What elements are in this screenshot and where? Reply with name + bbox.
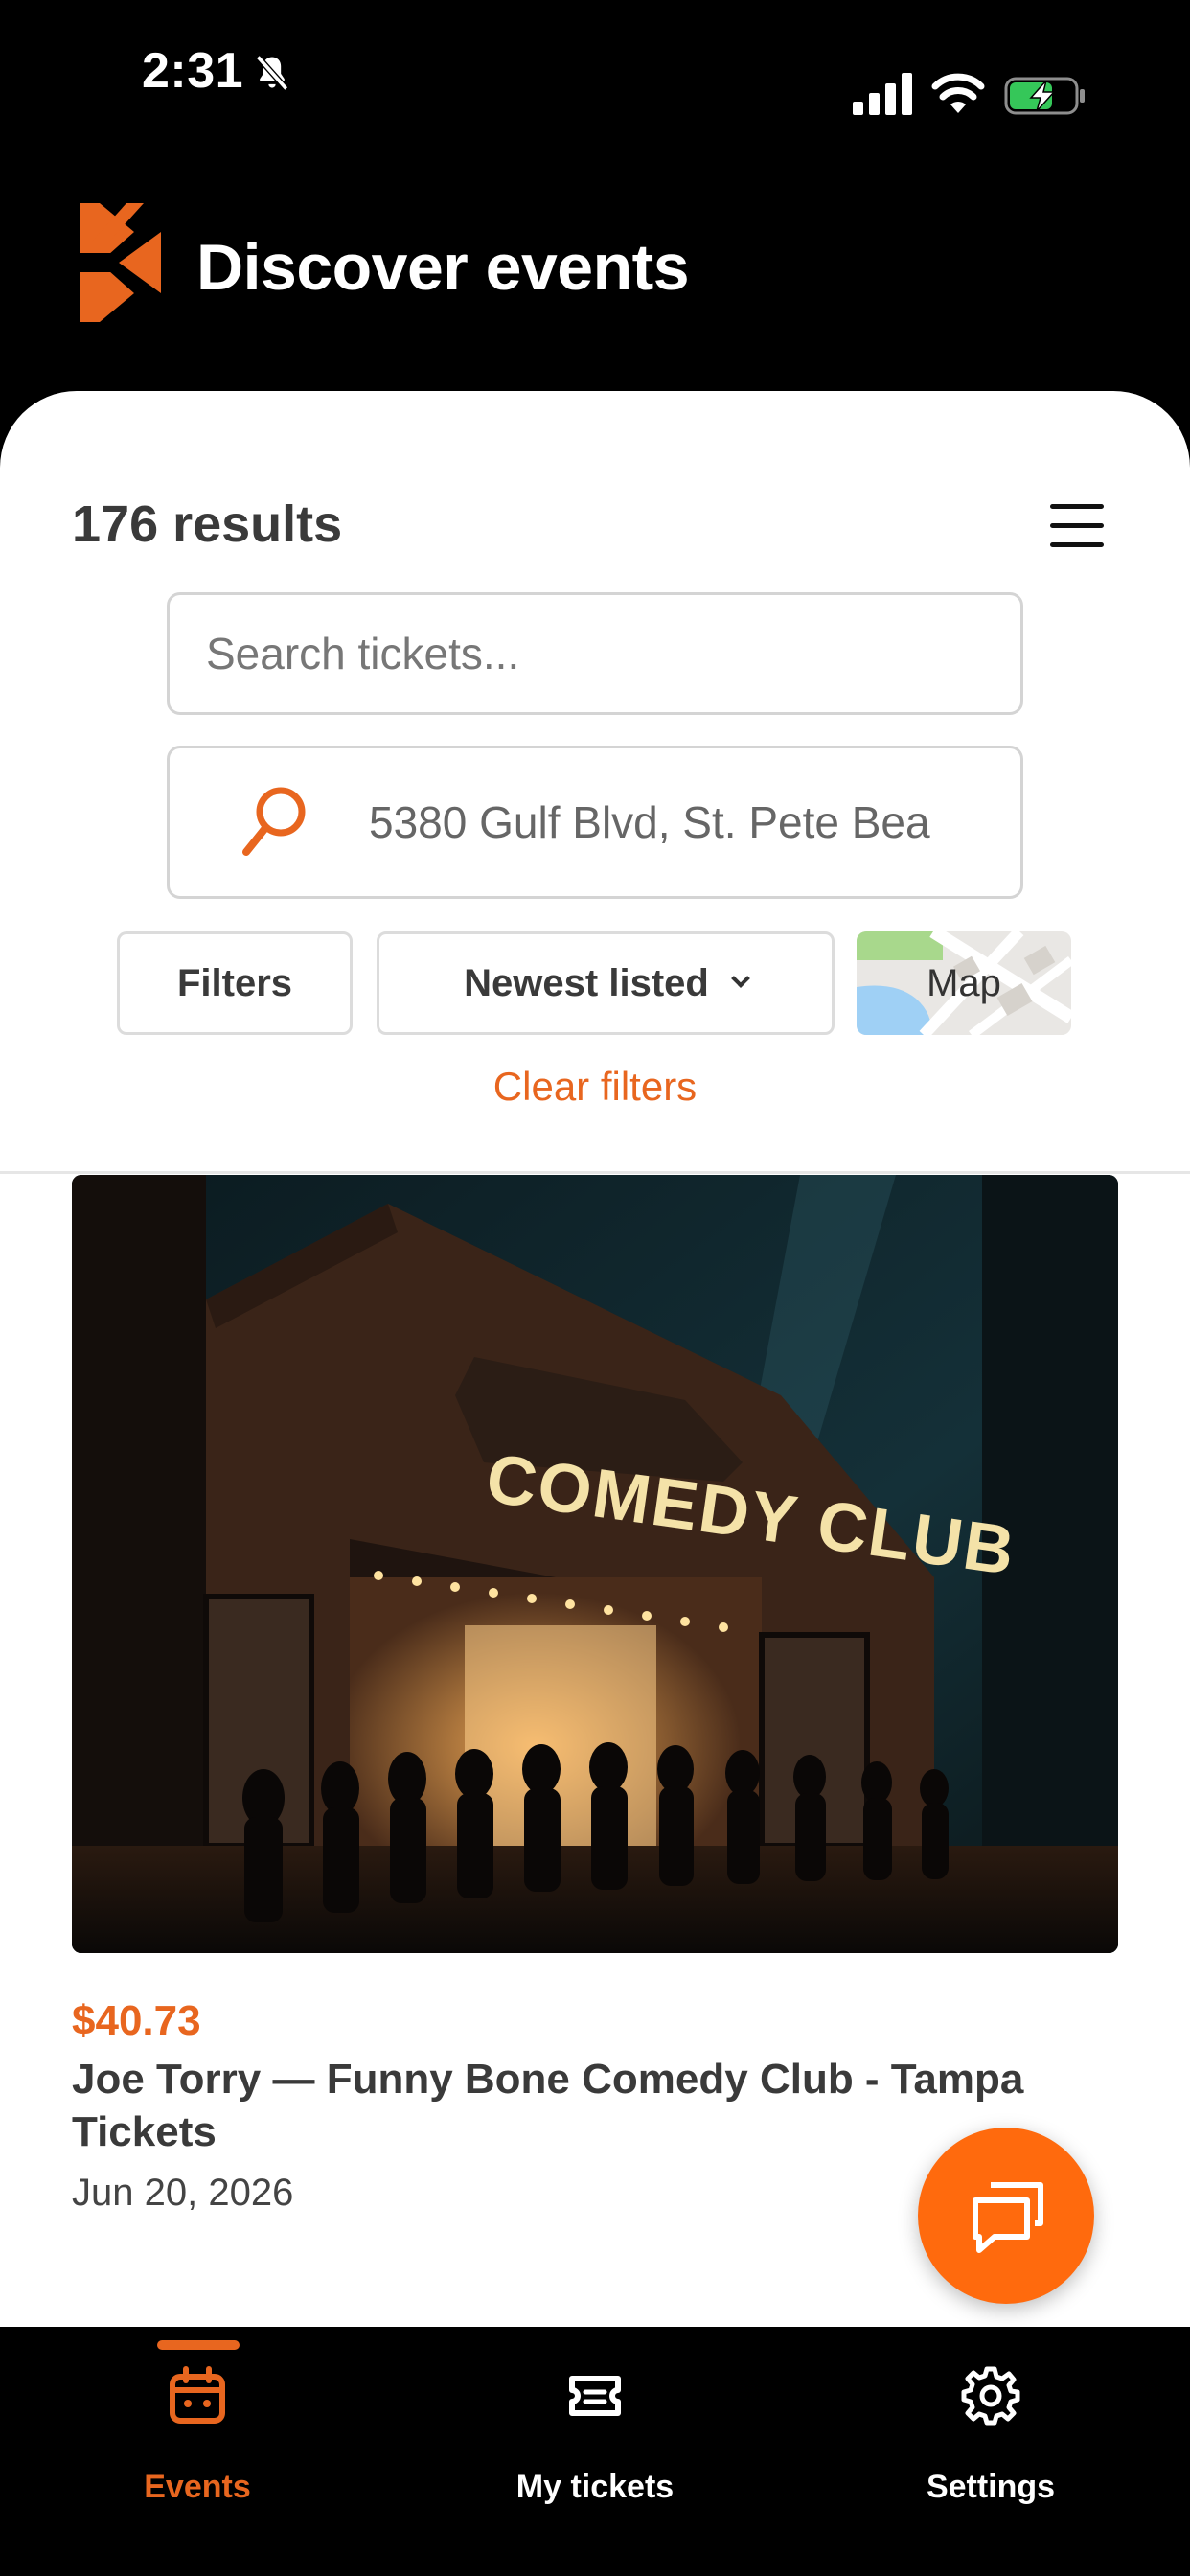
event-image: COMEDY CLUB [72,1175,1118,1953]
tab-settings-label: Settings [926,2469,1056,2505]
battery-charging-icon [1004,77,1085,115]
search-input[interactable] [206,595,992,712]
sort-dropdown[interactable]: Newest listed [377,932,835,1035]
bell-slash-icon [255,55,289,91]
cellular-signal-icon [853,73,912,115]
event-date: Jun 20, 2026 [72,2172,294,2214]
divider [0,1171,1190,1174]
event-price: $40.73 [72,1997,201,2044]
tab-my-tickets-label: My tickets [515,2469,675,2505]
brand-logo [80,203,161,322]
calendar-icon [170,2366,225,2424]
clear-filters-link[interactable]: Clear filters [0,1064,1190,1110]
map-label: Map [927,961,1001,1004]
search-field[interactable] [167,592,1023,715]
event-card[interactable]: COMEDY CLUB $40.73 Joe Torry — Funny Bon… [72,1175,1118,2214]
results-count: 176 results [72,495,343,553]
chat-button[interactable] [918,2128,1094,2304]
sort-label: Newest listed [464,961,709,1004]
menu-icon [1050,504,1104,509]
filters-button[interactable]: Filters [117,932,353,1035]
chat-bubbles-icon [973,2182,1043,2253]
tab-events-label: Events [144,2469,251,2505]
menu-icon-bar [1050,542,1104,547]
bottom-nav: Events My tickets Settings [0,2327,1190,2576]
search-icon [242,787,306,856]
tab-settings[interactable]: Settings [847,2327,1134,2518]
filters-label: Filters [176,961,293,1004]
map-button[interactable]: Map [857,932,1071,1035]
main-panel: 176 results 5380 Gulf Blvd, St. Pete Bea… [0,391,1190,2327]
page-title: Discover events [196,231,690,304]
status-time: 2:31 [142,43,244,99]
status-bar: 2:31 [0,0,1190,144]
ticket-icon [569,2376,621,2416]
location-field[interactable]: 5380 Gulf Blvd, St. Pete Bea [167,746,1023,899]
app-header: Discover events [0,144,1190,393]
event-title: Joe Torry — Funny Bone Comedy Club - Tam… [72,2056,1024,2155]
active-tab-indicator [157,2340,240,2350]
menu-button[interactable] [1050,504,1108,550]
chevron-down-icon [730,969,750,988]
tab-events[interactable]: Events [54,2327,341,2518]
tab-my-tickets[interactable]: My tickets [451,2327,739,2518]
location-input[interactable]: 5380 Gulf Blvd, St. Pete Bea [369,796,982,848]
wifi-icon [931,73,985,113]
menu-icon-bar [1050,523,1104,528]
gear-icon [961,2366,1020,2426]
